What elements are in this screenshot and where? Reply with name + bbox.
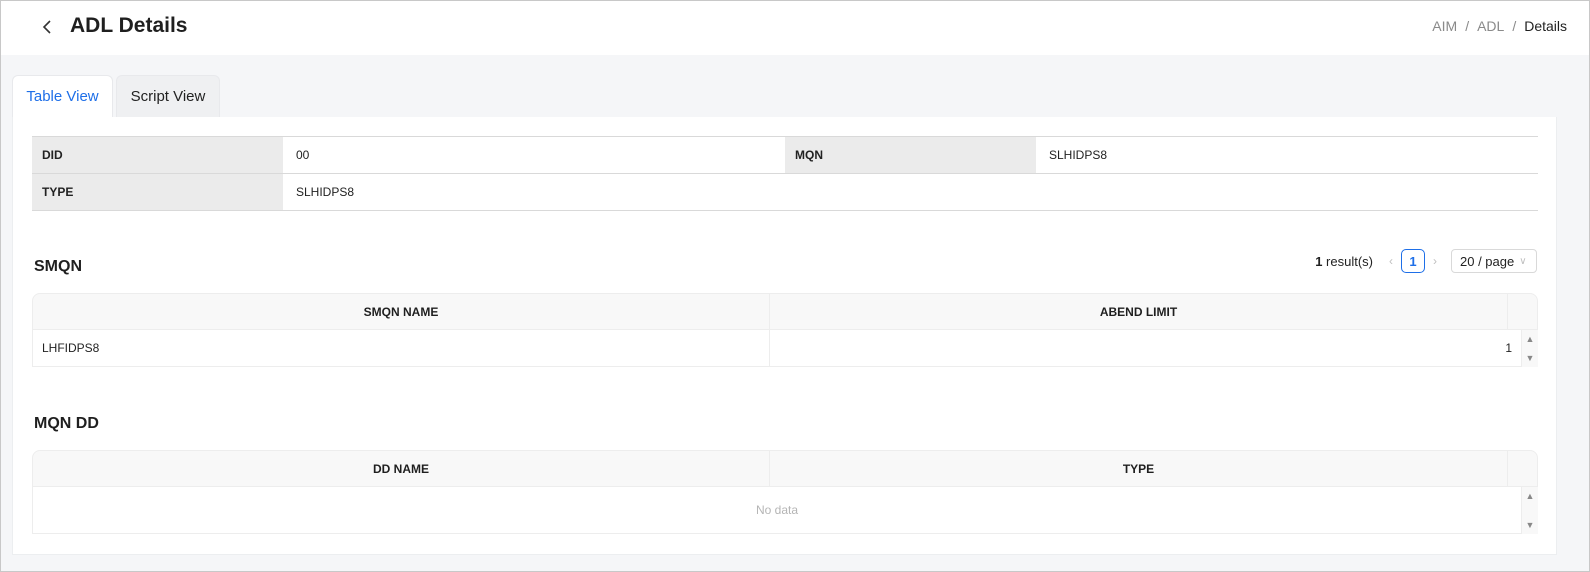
prev-page-icon[interactable]: ‹ xyxy=(1389,254,1393,268)
page-size-value: 20 / page xyxy=(1460,253,1515,269)
smqn-section-title: SMQN xyxy=(34,258,82,275)
type-label: TYPE xyxy=(32,174,283,210)
mqn-dd-table-header: DD NAME TYPE xyxy=(32,450,1538,487)
breadcrumb-aim[interactable]: AIM xyxy=(1432,18,1457,34)
breadcrumb-details: Details xyxy=(1524,18,1567,34)
next-page-icon[interactable]: › xyxy=(1433,254,1437,268)
view-tabs: Table View Script View xyxy=(12,75,220,117)
scroll-down-icon[interactable]: ▼ xyxy=(1526,519,1535,531)
page-header: ADL Details AIM / ADL / Details xyxy=(1,1,1589,55)
tab-script-view[interactable]: Script View xyxy=(116,75,220,117)
did-value: 00 xyxy=(296,148,310,162)
column-dd-name[interactable]: DD NAME xyxy=(33,451,770,486)
back-button[interactable] xyxy=(37,16,57,38)
column-type[interactable]: TYPE xyxy=(770,451,1508,486)
info-row: TYPE SLHIDPS8 xyxy=(32,174,1538,211)
did-label: DID xyxy=(32,137,283,173)
smqn-scrollbar[interactable]: ▲ ▼ xyxy=(1522,330,1538,367)
chevron-down-icon: ∨ xyxy=(1519,255,1527,267)
result-count: 1 result(s) xyxy=(1315,253,1373,269)
smqn-table: SMQN NAME ABEND LIMIT LHFIDPS8 1 ▲ ▼ xyxy=(32,293,1538,367)
smqn-name-cell: LHFIDPS8 xyxy=(33,330,770,366)
mqn-dd-table: DD NAME TYPE No data ▲ ▼ xyxy=(32,450,1538,534)
page-1-button[interactable]: 1 xyxy=(1401,249,1425,273)
page-title: ADL Details xyxy=(70,14,188,37)
smqn-table-header: SMQN NAME ABEND LIMIT xyxy=(32,293,1538,330)
mqn-label: MQN xyxy=(785,137,1036,173)
scroll-down-icon[interactable]: ▼ xyxy=(1526,352,1535,364)
scroll-up-icon[interactable]: ▲ xyxy=(1526,490,1535,502)
abend-limit-cell: 1 xyxy=(1505,341,1512,355)
table-row[interactable]: LHFIDPS8 1 xyxy=(33,330,1521,366)
column-abend-limit[interactable]: ABEND LIMIT xyxy=(770,294,1508,329)
info-row: DID 00 MQN SLHIDPS8 xyxy=(32,137,1538,174)
header-spacer xyxy=(1508,294,1537,329)
column-smqn-name[interactable]: SMQN NAME xyxy=(33,294,770,329)
chevron-left-icon xyxy=(42,20,51,34)
adl-info-table: DID 00 MQN SLHIDPS8 TYPE SLHIDPS8 xyxy=(32,136,1538,211)
breadcrumb-separator: / xyxy=(1465,18,1470,34)
empty-state: No data xyxy=(755,503,799,517)
table-view-panel: DID 00 MQN SLHIDPS8 TYPE SLHIDPS8 SMQN 1… xyxy=(12,117,1557,555)
tab-table-view[interactable]: Table View xyxy=(12,75,113,117)
breadcrumb-separator: / xyxy=(1512,18,1517,34)
smqn-pagination: 1 result(s) ‹ 1 › 20 / page ∨ xyxy=(1315,249,1537,273)
header-spacer xyxy=(1508,451,1537,486)
type-value: SLHIDPS8 xyxy=(296,185,355,199)
mqn-dd-scrollbar[interactable]: ▲ ▼ xyxy=(1522,487,1538,534)
breadcrumb-adl[interactable]: ADL xyxy=(1477,18,1504,34)
scroll-up-icon[interactable]: ▲ xyxy=(1526,333,1535,345)
page-size-select[interactable]: 20 / page ∨ xyxy=(1451,249,1537,273)
mqn-dd-section-title: MQN DD xyxy=(34,415,99,432)
breadcrumb: AIM / ADL / Details xyxy=(1432,18,1567,34)
mqn-value: SLHIDPS8 xyxy=(1049,148,1108,162)
